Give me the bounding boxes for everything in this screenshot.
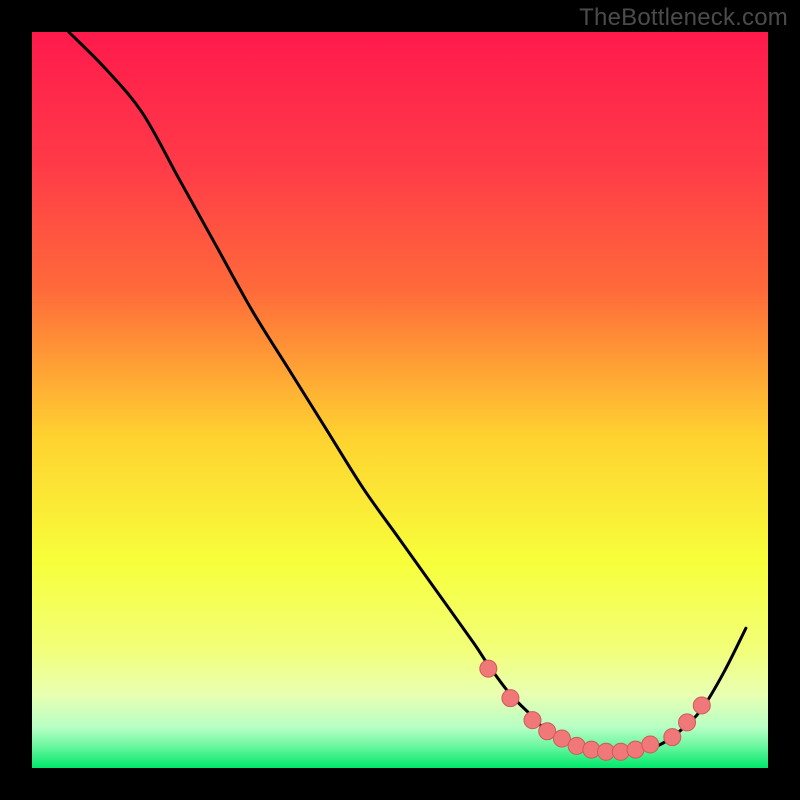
curve-marker	[642, 736, 659, 753]
curve-marker	[568, 737, 585, 754]
curve-marker	[583, 741, 600, 758]
watermark-text: TheBottleneck.com	[579, 4, 788, 32]
chart-stage: TheBottleneck.com	[0, 0, 800, 800]
curve-marker	[664, 729, 681, 746]
curve-marker	[480, 660, 497, 677]
curve-marker	[612, 743, 629, 760]
gradient-plot-area	[32, 32, 768, 768]
curve-marker	[502, 690, 519, 707]
curve-marker	[679, 714, 696, 731]
chart-canvas	[0, 0, 800, 800]
curve-marker	[693, 697, 710, 714]
curve-marker	[524, 712, 541, 729]
